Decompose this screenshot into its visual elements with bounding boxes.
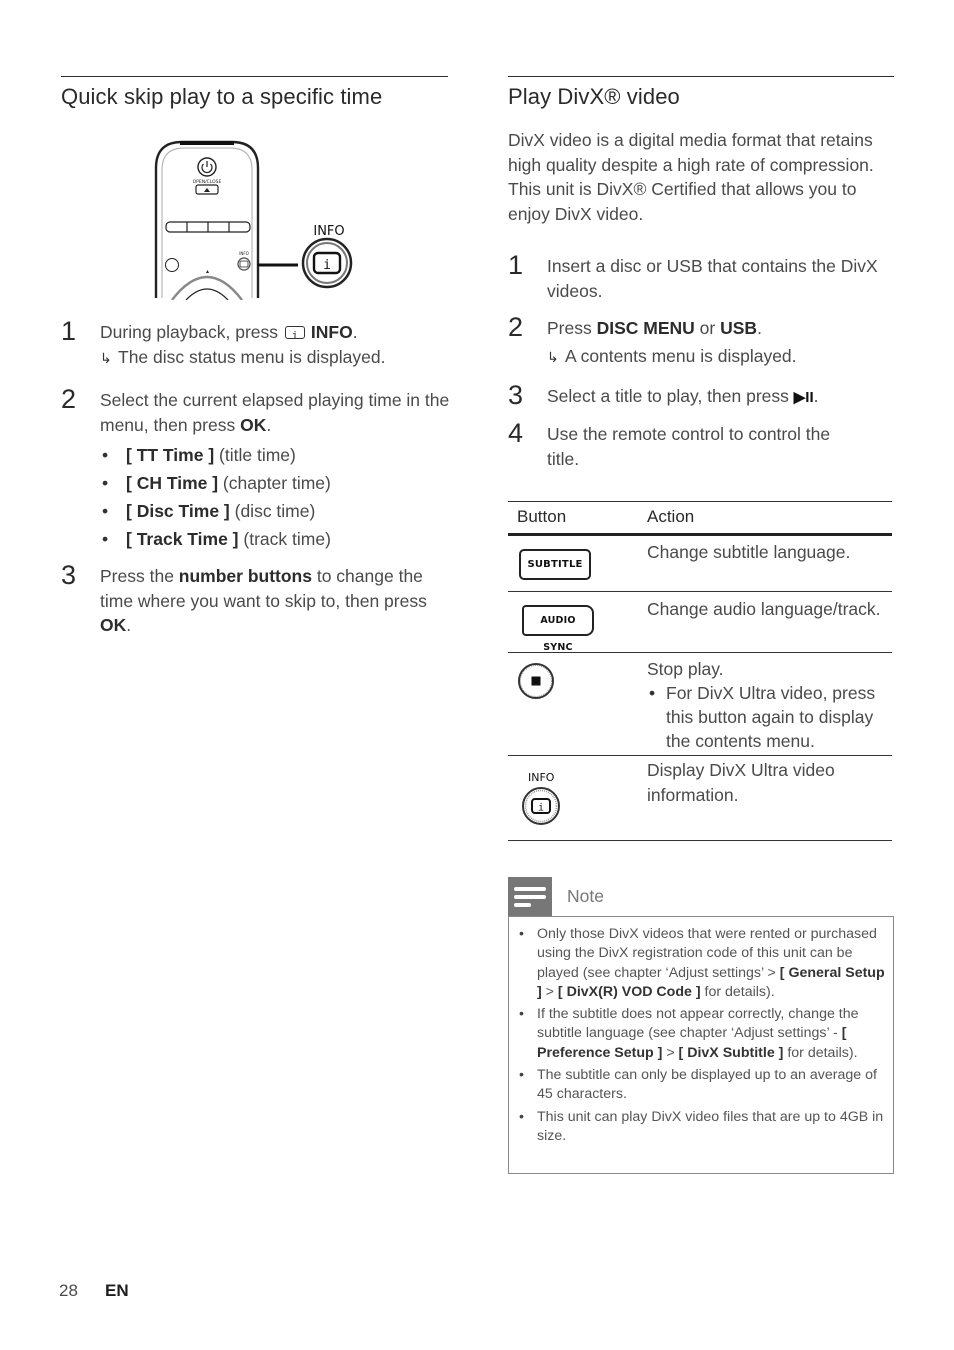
right-section-rule (508, 76, 894, 77)
info-icon (284, 324, 305, 349)
result-arrow-icon: ↳ (100, 349, 112, 366)
play-pause-icon: ▶II (793, 389, 814, 406)
time-option-disc: [ Disc Time ] (disc time) (100, 497, 450, 525)
table-row: AUDIO SYNC Change audio language/track. (508, 592, 892, 653)
power-button-icon (197, 157, 217, 177)
audio-sync-button-icon: AUDIO SYNC (522, 605, 594, 653)
svg-text:INFO: INFO (239, 251, 249, 256)
divx-intro-paragraph: DivX video is a digital media format tha… (508, 130, 874, 224)
right-section-title: Play DivX® video (508, 84, 680, 109)
button-action-table: Button Action SUBTITLE Change subtitle l… (508, 501, 892, 841)
note-list: Only those DivX videos that were rented … (519, 925, 889, 1149)
step-number: 3 (508, 380, 524, 410)
info-button-icon: i (522, 787, 560, 825)
note-item: Only those DivX videos that were rented … (519, 925, 889, 1002)
svg-text:i: i (323, 258, 331, 273)
left-section-rule (61, 76, 448, 77)
note-item: If the subtitle does not appear correctl… (519, 1005, 889, 1063)
time-option-tt: [ TT Time ] (title time) (100, 441, 450, 469)
header-action: Action (647, 507, 695, 526)
step-number: 4 (508, 418, 524, 448)
time-option-ch: [ CH Time ] (chapter time) (100, 469, 450, 497)
step-number: 1 (61, 316, 77, 346)
step-number: 2 (61, 384, 77, 414)
info-callout-icon: i (301, 237, 353, 289)
left-section-title: Quick skip play to a specific time (61, 84, 383, 109)
note-icon (508, 877, 552, 917)
remote-control-illustration: OPEN/CLOSE INFO INFO i (154, 140, 353, 300)
step-number: 2 (508, 312, 524, 342)
result-arrow-icon: ↳ (547, 348, 559, 365)
table-row: SUBTITLE Change subtitle language. (508, 536, 892, 592)
table-row: INFO i Display DivX Ultra video informat… (508, 756, 892, 841)
svg-text:OPEN/CLOSE: OPEN/CLOSE (193, 179, 222, 185)
note-item: This unit can play DivX video files that… (519, 1108, 889, 1147)
stop-button-icon (518, 663, 554, 699)
subtitle-button-icon: SUBTITLE (519, 549, 591, 580)
svg-text:i: i (538, 803, 544, 814)
header-button: Button (517, 507, 567, 526)
page-number: 28 (59, 1281, 78, 1300)
step-number: 1 (508, 250, 524, 280)
table-header: Button Action (508, 502, 892, 536)
table-row: Stop play. For DivX Ultra video, press t… (508, 653, 892, 756)
step-number: 3 (61, 560, 77, 590)
note-title: Note (567, 886, 604, 906)
info-key-label: INFO (310, 322, 353, 342)
time-option-track: [ Track Time ] (track time) (100, 525, 450, 553)
info-button-label: INFO (528, 771, 555, 784)
svg-text:INFO: INFO (313, 224, 344, 239)
note-item: The subtitle can only be displayed up to… (519, 1066, 889, 1105)
language-code: EN (105, 1281, 129, 1300)
